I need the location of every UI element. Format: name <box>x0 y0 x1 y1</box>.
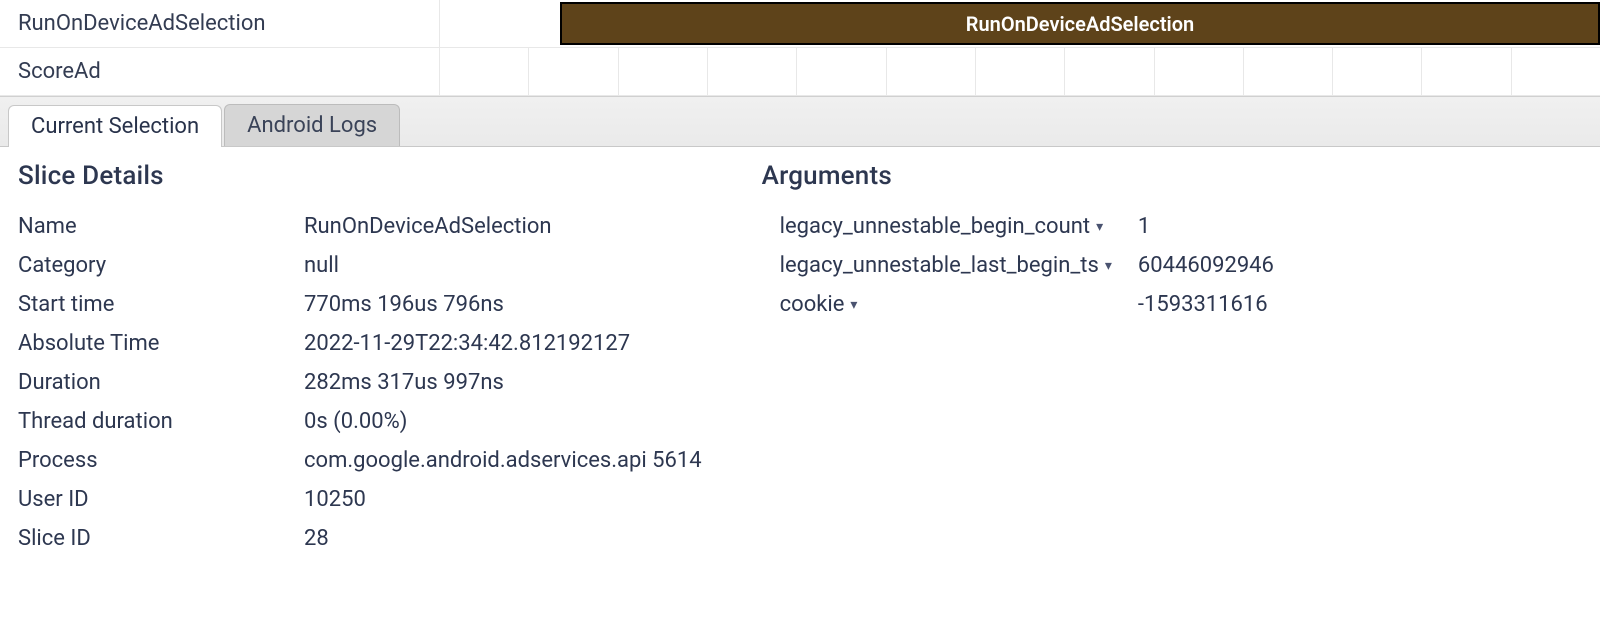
ruler-cell <box>1512 48 1600 95</box>
slice-details-column: Slice Details NameRunOnDeviceAdSelection… <box>18 161 702 558</box>
detail-key: Start time <box>18 285 298 324</box>
ruler-cell <box>1065 48 1154 95</box>
detail-key: Category <box>18 246 298 285</box>
table-row: cookie▾ -1593311616 <box>762 285 1274 324</box>
ruler-cell <box>440 48 529 95</box>
track-timeline-area[interactable] <box>440 48 1600 95</box>
slice-details-heading: Slice Details <box>18 161 702 191</box>
table-row: Processcom.google.android.adservices.api… <box>18 441 702 480</box>
table-row: legacy_unnestable_last_begin_ts▾ 6044609… <box>762 246 1274 285</box>
detail-value: 282ms 317us 997ns <box>298 363 702 402</box>
detail-key: Name <box>18 207 298 246</box>
table-row: Duration282ms 317us 997ns <box>18 363 702 402</box>
table-row: Absolute Time2022-11-29T22:34:42.8121921… <box>18 324 702 363</box>
ruler-cell <box>619 48 708 95</box>
detail-value: 28 <box>298 519 702 558</box>
detail-value: 0s (0.00%) <box>298 402 702 441</box>
table-row: Start time770ms 196us 796ns <box>18 285 702 324</box>
track-row: ScoreAd <box>0 48 1600 96</box>
chevron-down-icon[interactable]: ▾ <box>850 297 857 313</box>
track-row: RunOnDeviceAdSelection RunOnDeviceAdSele… <box>0 0 1600 48</box>
detail-key: Process <box>18 441 298 480</box>
argument-key: legacy_unnestable_last_begin_ts▾ <box>762 246 1120 285</box>
track-label-score-ad[interactable]: ScoreAd <box>0 48 440 95</box>
table-row: Slice ID28 <box>18 519 702 558</box>
argument-value: 60446092946 <box>1120 246 1274 285</box>
detail-key: Absolute Time <box>18 324 298 363</box>
ruler-cell <box>976 48 1065 95</box>
detail-key: Thread duration <box>18 402 298 441</box>
ruler-cell <box>1155 48 1244 95</box>
slice-bar-run-on-device[interactable]: RunOnDeviceAdSelection <box>560 2 1600 45</box>
ruler-cell <box>1244 48 1333 95</box>
track-timeline-area[interactable]: RunOnDeviceAdSelection <box>440 0 1600 47</box>
ruler-cell <box>1333 48 1422 95</box>
table-row: Categorynull <box>18 246 702 285</box>
track-label-run-on-device[interactable]: RunOnDeviceAdSelection <box>0 0 440 47</box>
table-row: User ID10250 <box>18 480 702 519</box>
detail-value: 2022-11-29T22:34:42.812192127 <box>298 324 702 363</box>
argument-key: cookie▾ <box>762 285 1120 324</box>
detail-value: com.google.android.adservices.api 5614 <box>298 441 702 480</box>
detail-key: Duration <box>18 363 298 402</box>
chevron-down-icon[interactable]: ▾ <box>1096 219 1103 235</box>
argument-value: 1 <box>1120 207 1274 246</box>
tab-current-selection[interactable]: Current Selection <box>8 105 222 147</box>
trace-timeline: RunOnDeviceAdSelection RunOnDeviceAdSele… <box>0 0 1600 97</box>
arguments-column: Arguments legacy_unnestable_begin_count▾… <box>762 161 1274 558</box>
table-row: NameRunOnDeviceAdSelection <box>18 207 702 246</box>
detail-value: 770ms 196us 796ns <box>298 285 702 324</box>
table-row: Thread duration0s (0.00%) <box>18 402 702 441</box>
tab-strip: Current Selection Android Logs <box>0 97 1600 147</box>
arguments-table: legacy_unnestable_begin_count▾ 1 legacy_… <box>762 207 1274 324</box>
arguments-heading: Arguments <box>762 161 1274 191</box>
ruler-cell <box>1422 48 1511 95</box>
details-panel: Slice Details NameRunOnDeviceAdSelection… <box>0 147 1600 572</box>
detail-value: 10250 <box>298 480 702 519</box>
detail-value: null <box>298 246 702 285</box>
detail-value: RunOnDeviceAdSelection <box>298 207 702 246</box>
detail-key: Slice ID <box>18 519 298 558</box>
detail-key: User ID <box>18 480 298 519</box>
chevron-down-icon[interactable]: ▾ <box>1105 258 1112 274</box>
ruler-cell <box>708 48 797 95</box>
slice-details-table: NameRunOnDeviceAdSelection Categorynull … <box>18 207 702 558</box>
argument-value: -1593311616 <box>1120 285 1274 324</box>
ruler-cell <box>797 48 886 95</box>
tab-android-logs[interactable]: Android Logs <box>224 104 400 146</box>
argument-key: legacy_unnestable_begin_count▾ <box>762 207 1120 246</box>
table-row: legacy_unnestable_begin_count▾ 1 <box>762 207 1274 246</box>
ruler-cell <box>529 48 618 95</box>
ruler-cell <box>887 48 976 95</box>
